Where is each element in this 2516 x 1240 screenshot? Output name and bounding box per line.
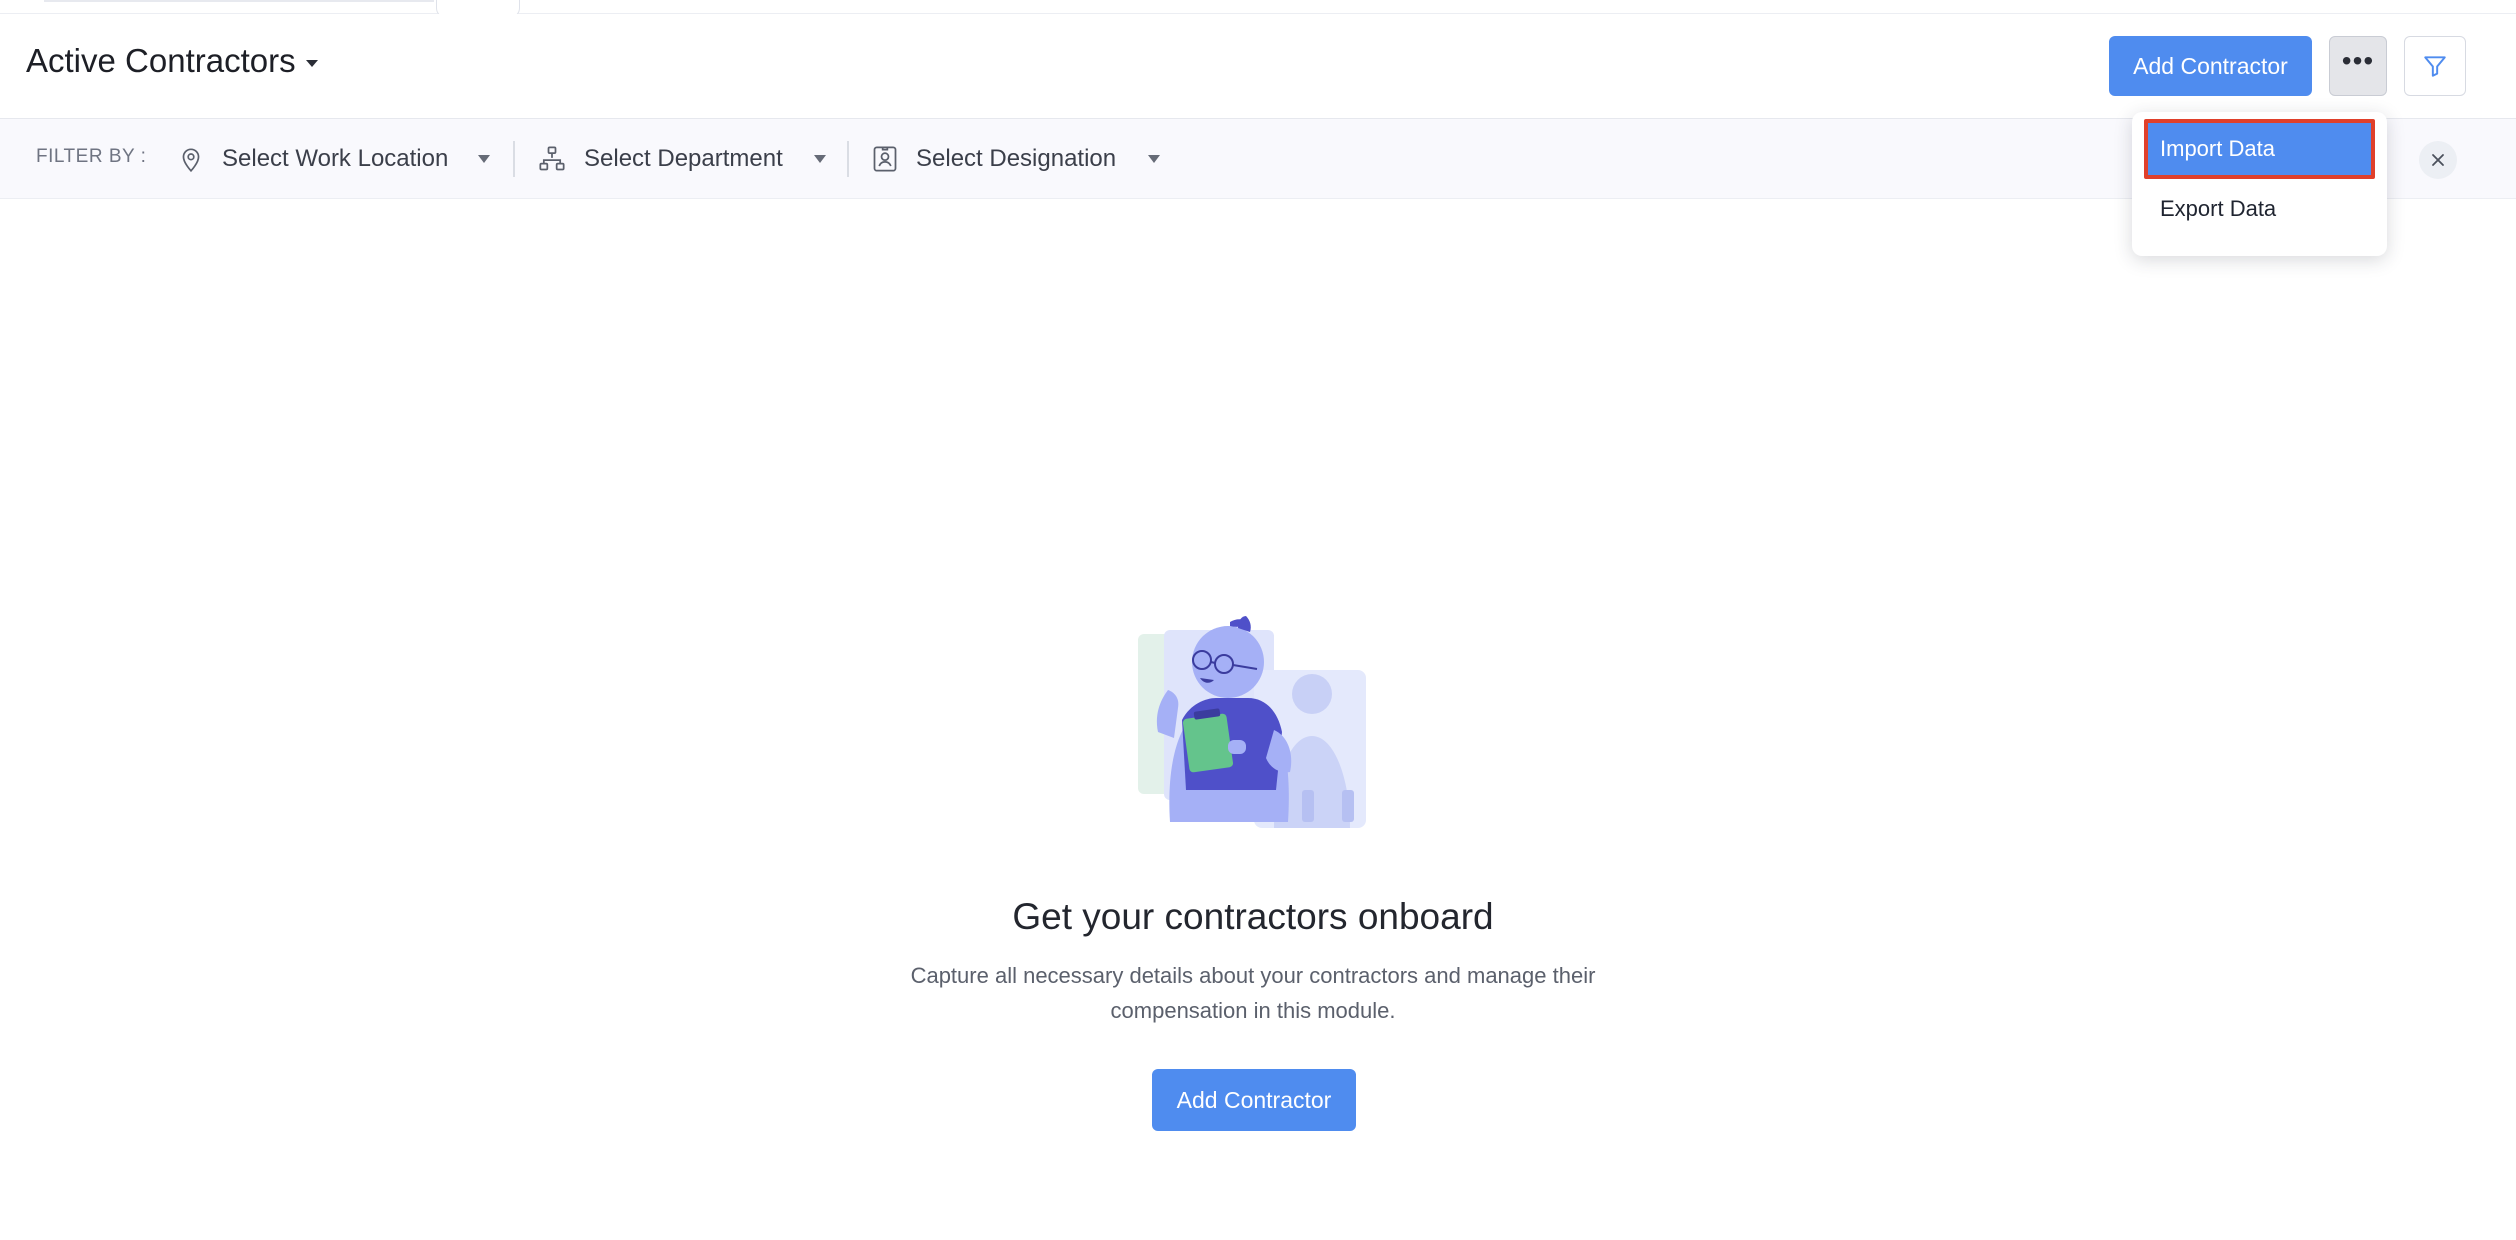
empty-state-add-contractor-button[interactable]: Add Contractor — [1152, 1069, 1356, 1131]
close-filter-button[interactable] — [2419, 141, 2457, 179]
add-contractor-button[interactable]: Add Contractor — [2109, 36, 2312, 96]
top-left-rule — [44, 0, 434, 2]
org-tree-icon — [539, 146, 565, 171]
work-location-select[interactable]: Select Work Location — [178, 139, 490, 179]
menu-notch — [2415, 102, 2439, 113]
department-placeholder: Select Department — [584, 145, 783, 172]
empty-state-title: Get your contractors onboard — [1012, 896, 1494, 937]
empty-state-description: Capture all necessary details about your… — [910, 963, 1596, 1023]
more-dots-icon: ••• — [2341, 45, 2375, 76]
export-data-menu-item[interactable]: Export Data — [2144, 179, 2375, 239]
filter-by-label: FILTER BY : — [36, 146, 147, 167]
more-options-menu: Import Data Export Data — [2132, 112, 2387, 256]
page-header: Active Contractors Add Contractor ••• — [0, 14, 2516, 119]
top-strip — [0, 0, 2516, 18]
filter-separator — [513, 141, 515, 177]
map-pin-icon — [182, 148, 200, 173]
filter-toggle-button[interactable] — [2404, 36, 2466, 96]
filter-separator — [847, 141, 849, 177]
work-location-placeholder: Select Work Location — [222, 145, 449, 172]
page-title: Active Contractors — [26, 42, 296, 79]
contractor-illustration — [1138, 616, 1366, 828]
more-options-button[interactable]: ••• — [2329, 36, 2387, 96]
import-data-menu-item[interactable]: Import Data — [2144, 119, 2375, 179]
close-icon — [2432, 154, 2444, 166]
department-select[interactable]: Select Department — [538, 139, 826, 179]
filter-funnel-icon — [2424, 56, 2446, 77]
page-title-dropdown[interactable]: Active Contractors — [26, 42, 318, 80]
dropdown-triangle-icon — [1148, 155, 1160, 163]
designation-placeholder: Select Designation — [916, 145, 1117, 172]
designation-select[interactable]: Select Designation — [872, 139, 1160, 179]
dropdown-triangle-icon — [814, 155, 826, 163]
caret-down-icon — [305, 59, 318, 67]
id-badge-icon — [873, 146, 897, 172]
dropdown-triangle-icon — [478, 155, 490, 163]
